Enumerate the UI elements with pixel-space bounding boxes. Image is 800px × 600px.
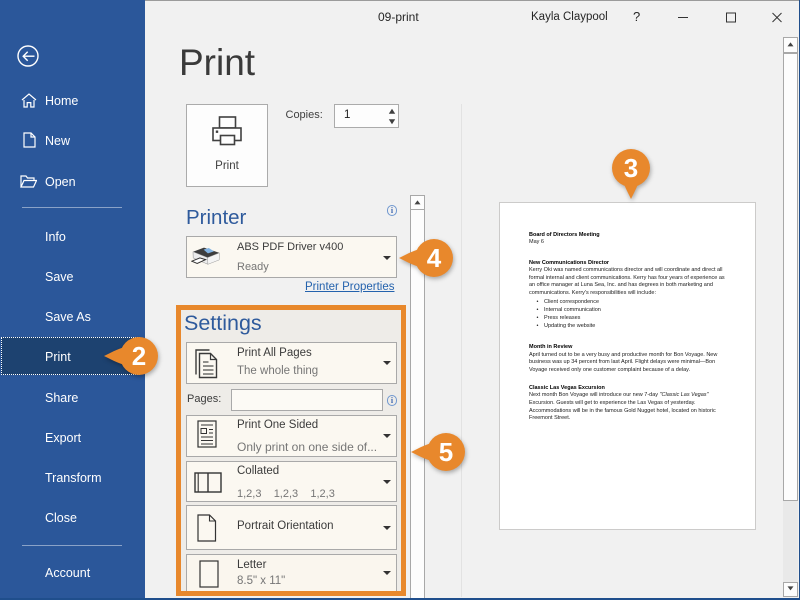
svg-text:2: 2 bbox=[132, 341, 146, 371]
svg-text:3: 3 bbox=[623, 153, 637, 183]
svg-text:4: 4 bbox=[427, 243, 442, 273]
svg-text:5: 5 bbox=[439, 437, 453, 467]
